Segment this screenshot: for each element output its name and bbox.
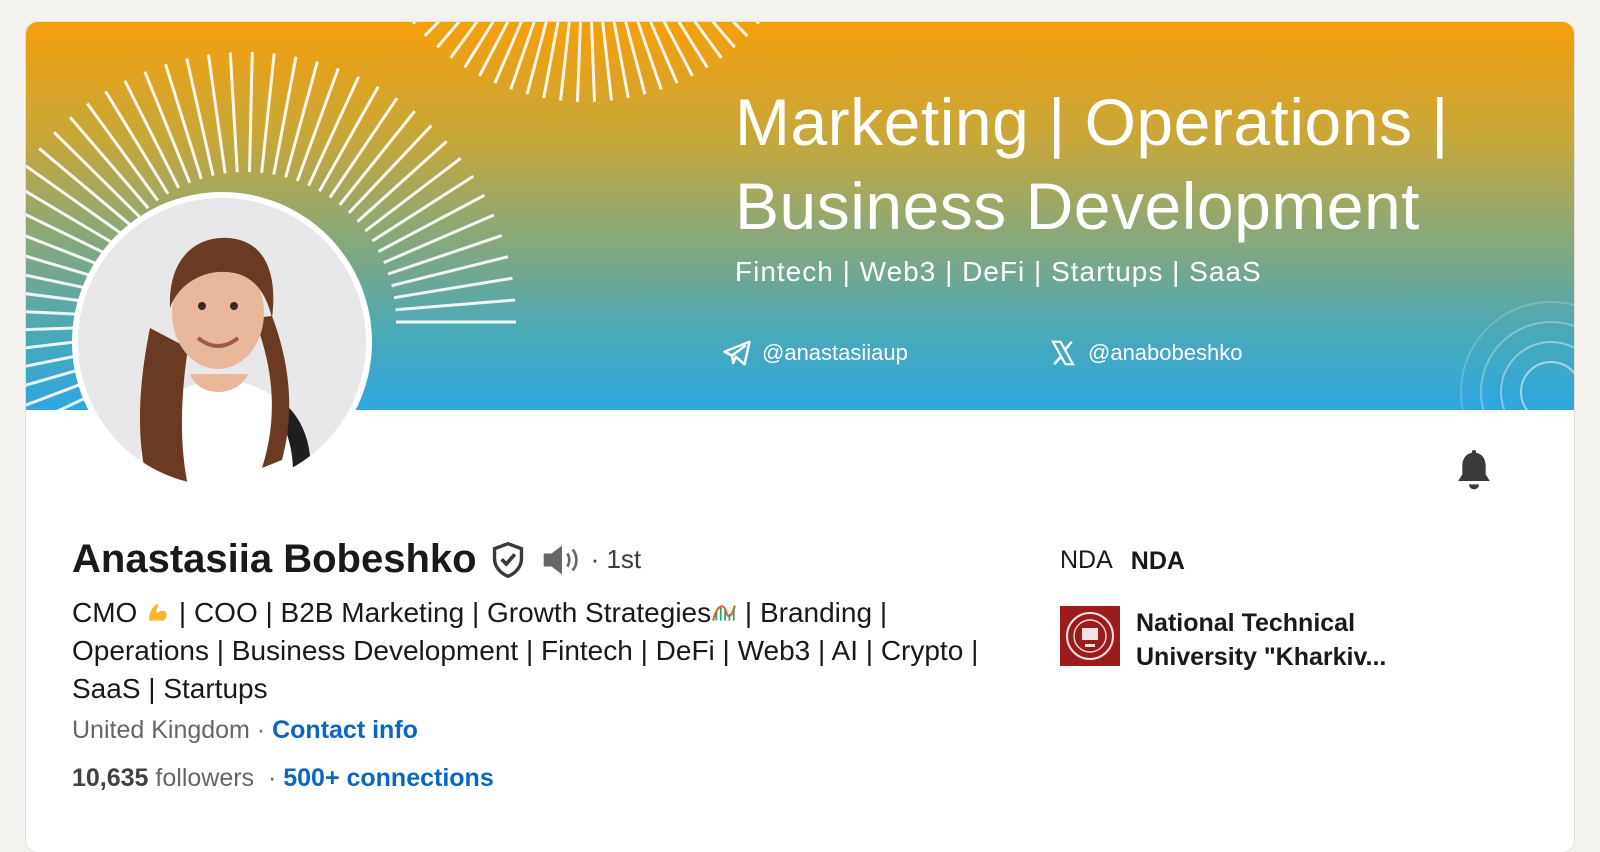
company-prefix: NDA xyxy=(1060,546,1113,574)
banner-ray xyxy=(590,22,597,102)
followers-count: 10,635 xyxy=(72,764,149,792)
banner-ray xyxy=(649,22,679,84)
connection-degree: · 1st xyxy=(590,544,642,574)
banner-ray xyxy=(754,22,761,25)
banner-ray xyxy=(559,22,571,101)
banner-ray xyxy=(601,22,613,101)
school-name-line1: National Technical xyxy=(1136,609,1356,637)
bell-icon[interactable] xyxy=(1454,449,1494,493)
banner-ray xyxy=(509,22,536,90)
headline-part2: | COO | B2B Marketing | Growth Strategie… xyxy=(171,597,712,628)
banner-ray xyxy=(395,298,516,312)
banner-ray xyxy=(636,22,663,90)
connections-separator: · xyxy=(254,764,284,792)
banner-telegram: @anastasiiaup xyxy=(722,338,908,368)
location-separator: · xyxy=(249,716,273,744)
x-logo-icon xyxy=(1051,340,1075,366)
verified-shield-icon[interactable] xyxy=(491,541,525,579)
name-row: Anastasiia Bobeshko · 1st xyxy=(72,537,641,582)
avatar-photo xyxy=(78,198,366,486)
banner-subtitle: Fintech | Web3 | DeFi | Startups | SaaS xyxy=(735,256,1262,287)
banner-ray xyxy=(356,140,448,223)
profile-card: Marketing | Operations | Business Develo… xyxy=(26,22,1574,852)
followers-label: followers xyxy=(148,764,255,792)
banner-ray xyxy=(228,52,239,173)
followers-row: 10,635 followers · 500+ connections xyxy=(72,764,494,793)
headline-part1: CMO xyxy=(72,597,146,628)
banner-ray xyxy=(206,54,227,174)
current-company[interactable]: NDA NDA xyxy=(1060,546,1185,576)
banner-ray xyxy=(347,124,433,214)
banner-ray xyxy=(493,22,523,84)
profile-headline: CMO | COO | B2B Marketing | Growth Strat… xyxy=(72,594,992,708)
speaker-icon[interactable] xyxy=(541,543,583,577)
roller-coaster-emoji xyxy=(712,605,737,621)
banner-x: @anabobeshko xyxy=(1048,338,1242,368)
banner-title-line1: Marketing | Operations | xyxy=(735,85,1449,159)
banner-ray xyxy=(260,53,276,173)
banner-ray xyxy=(38,147,133,227)
banner-title-line2: Business Development xyxy=(735,169,1421,243)
banner-ray xyxy=(542,22,560,99)
telegram-handle: @anastasiiaup xyxy=(762,340,908,365)
banner-ray xyxy=(612,22,630,99)
flexed-biceps-emoji xyxy=(149,604,167,621)
banner-ray xyxy=(247,52,254,173)
banner-ray xyxy=(26,213,112,258)
banner-ray xyxy=(575,22,582,102)
banner-ray xyxy=(411,22,418,25)
company-name: NDA xyxy=(1130,547,1185,575)
contact-info-link[interactable]: Contact info xyxy=(272,716,418,744)
banner-ray xyxy=(68,116,150,210)
profile-name: Anastasiia Bobeshko xyxy=(72,537,477,581)
profile-avatar[interactable] xyxy=(72,192,372,492)
banner-ray xyxy=(52,131,141,218)
location-row: United Kingdom · Contact info xyxy=(72,716,418,745)
telegram-icon xyxy=(723,340,751,366)
school-name: National Technical University "Kharkiv..… xyxy=(1136,606,1386,674)
avatar-portrait xyxy=(78,198,366,486)
school-name-line2: University "Kharkiv... xyxy=(1136,643,1387,671)
banner-title: Marketing | Operations | Business Develo… xyxy=(735,80,1555,248)
banner-ray xyxy=(164,63,203,180)
banner-ray xyxy=(185,58,215,176)
school-logo xyxy=(1060,606,1120,666)
connections-link[interactable]: 500+ connections xyxy=(283,764,494,792)
school-seal-icon xyxy=(1066,612,1114,660)
education-school[interactable]: National Technical University "Kharkiv..… xyxy=(1060,606,1386,674)
x-handle: @anabobeshko xyxy=(1088,340,1243,365)
location: United Kingdom xyxy=(72,716,250,744)
